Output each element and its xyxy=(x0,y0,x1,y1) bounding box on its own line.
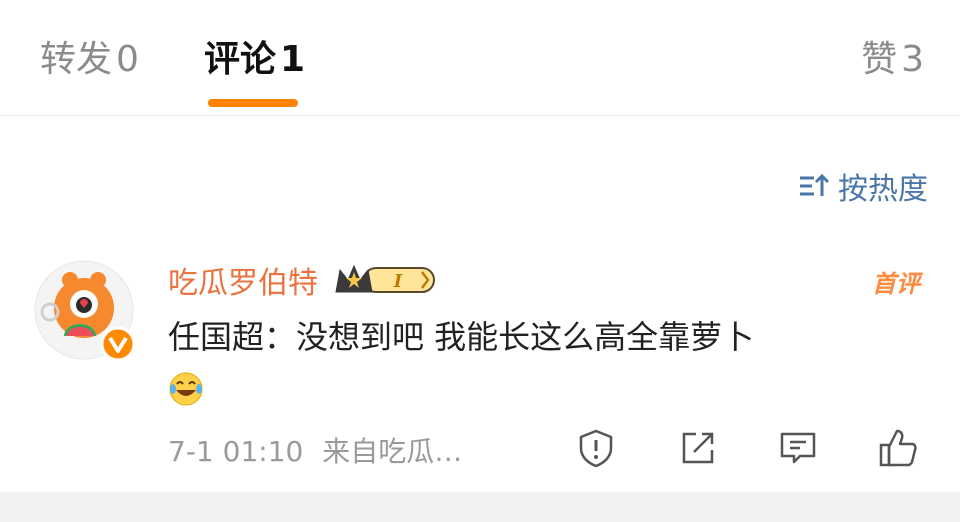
comment-body: 任国超：没想到吧 我能长这么高全靠萝卜 xyxy=(168,312,928,412)
tab-likes-count: 3 xyxy=(901,39,924,80)
username[interactable]: 吃瓜罗伯特 xyxy=(168,258,318,302)
like-icon xyxy=(879,429,917,467)
tab-likes-label: 赞 xyxy=(861,39,898,80)
avatar[interactable] xyxy=(34,260,136,362)
tab-repost[interactable]: 转发 0 xyxy=(40,36,139,84)
tab-comment[interactable]: 评论 1 xyxy=(204,36,305,84)
reply-icon xyxy=(780,432,816,464)
share-icon xyxy=(682,432,714,464)
tab-repost-count: 0 xyxy=(116,39,139,80)
sort-toggle[interactable]: 按热度 xyxy=(798,166,928,207)
share-button[interactable] xyxy=(676,426,720,470)
tab-comment-count: 1 xyxy=(280,39,306,80)
like-button[interactable] xyxy=(876,426,920,470)
footer-divider xyxy=(0,492,960,522)
comment-actions xyxy=(0,426,960,470)
comment-item: 吃瓜罗伯特 I 首评 任国超：没想到吧 我能长这么高全靠萝卜 7-1 01:10… xyxy=(0,240,960,492)
member-crown-badge-icon[interactable]: I xyxy=(334,262,438,298)
active-tab-indicator xyxy=(208,99,298,107)
first-comment-tag: 首评 xyxy=(872,270,920,298)
verified-badge-icon xyxy=(100,326,136,362)
report-icon xyxy=(579,429,613,468)
laughing-tears-emoji-icon xyxy=(169,372,203,406)
tab-bar: 转发 0 评论 1 赞3 xyxy=(0,0,960,116)
comment-text: 任国超：没想到吧 我能长这么高全靠萝卜 xyxy=(168,318,755,356)
tab-comment-label: 评论 xyxy=(204,39,277,80)
tab-likes[interactable]: 赞3 xyxy=(861,36,924,84)
comment-header: 吃瓜罗伯特 I xyxy=(168,258,438,302)
tab-repost-label: 转发 xyxy=(40,39,113,80)
sort-label: 按热度 xyxy=(838,172,928,207)
sort-icon xyxy=(800,173,830,196)
reply-button[interactable] xyxy=(776,426,820,470)
report-button[interactable] xyxy=(574,426,618,470)
svg-text:I: I xyxy=(393,271,403,292)
